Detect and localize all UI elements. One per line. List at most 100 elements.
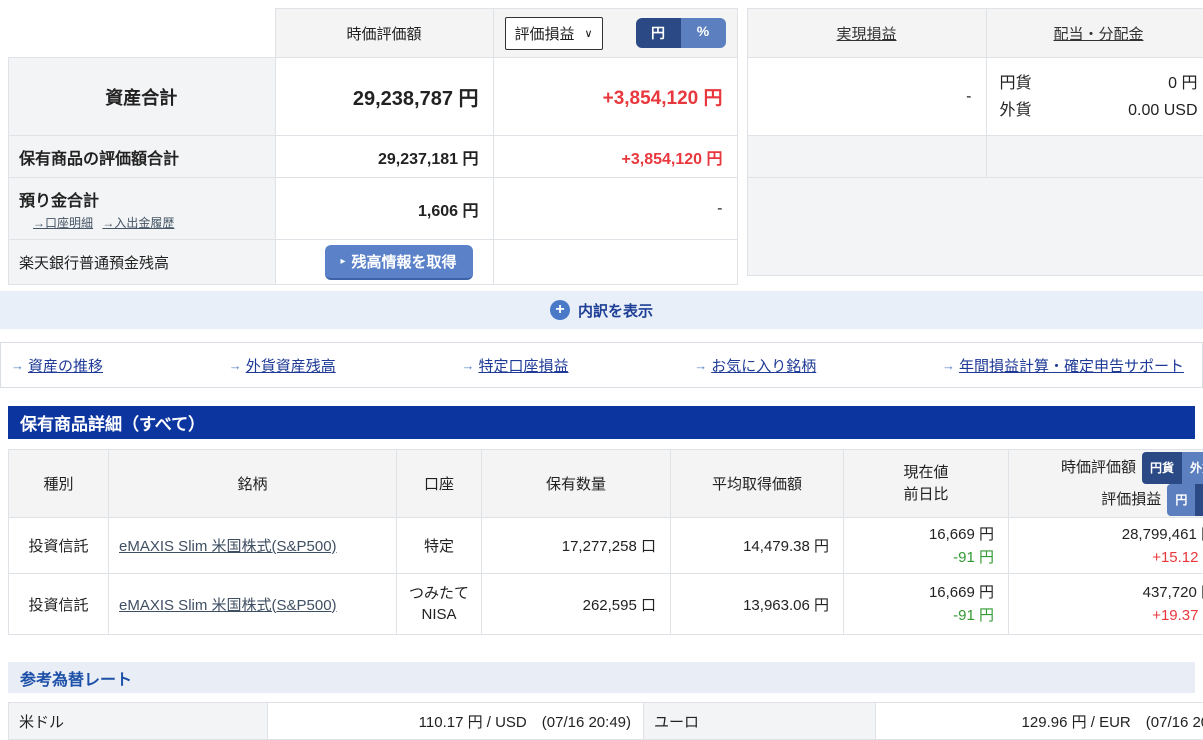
pl-unit-toggle: 円 % [1167, 484, 1203, 516]
row-day-change: -91 円 [845, 604, 994, 627]
total-assets-value: 29,238,787 円 [275, 58, 493, 136]
holdings-section-title: 保有商品詳細（すべて） [8, 406, 1195, 439]
row-quantity: 17,277,258 口 [482, 518, 671, 574]
arrow-right-icon: → [229, 358, 242, 373]
total-assets-pl: +3,854,120 円 [493, 58, 737, 136]
dividend-link[interactable]: 配当・分配金 [1053, 26, 1143, 43]
row-pl: +19.37 % [1010, 604, 1203, 627]
row-quantity: 262,595 口 [482, 574, 671, 635]
nav-link-annual-pl-tax-support[interactable]: → 年間損益計算・確定申告サポート [942, 355, 1184, 376]
col-header-current-price: 現在値 前日比 [844, 450, 1009, 518]
total-assets-label: 資産合計 [9, 58, 276, 136]
fx-rate-table: 米ドル 110.17 円 / USD (07/16 20:49) ユーロ 129… [8, 702, 1203, 740]
show-breakdown-label: 内訳を表示 [578, 300, 653, 321]
nav-link-label: 年間損益計算・確定申告サポート [959, 355, 1184, 376]
realized-pl-link[interactable]: 実現損益 [836, 26, 896, 43]
col-header-quantity: 保有数量 [482, 450, 671, 518]
account-detail-link[interactable]: →口座明細 [33, 216, 93, 230]
arrow-right-icon: → [694, 358, 707, 373]
row-market-value: 28,799,461 円 [1010, 523, 1203, 546]
nav-link-specific-account-pl[interactable]: → 特定口座損益 [461, 355, 568, 376]
row-account: 特定 [397, 518, 482, 574]
row-type: 投資信託 [9, 518, 109, 574]
pl-type-select[interactable]: 評価損益 ∨ [505, 17, 603, 50]
dividend-fx-label: 外貨 [1000, 97, 1032, 124]
row-current-price-cell: 16,669 円 -91 円 [844, 518, 1009, 574]
holdings-row: 投資信託 eMAXIS Slim 米国株式(S&P500) 特定 17,277,… [9, 518, 1203, 574]
row-current-price: 16,669 円 [845, 581, 994, 604]
holdings-row: 投資信託 eMAXIS Slim 米国株式(S&P500) つみたて NISA … [9, 574, 1203, 635]
nav-link-label: 外貨資産残高 [246, 355, 336, 376]
bank-empty-cell [493, 240, 737, 285]
dividend-header-cell: 配当・分配金 [986, 9, 1203, 58]
fund-name-cell: eMAXIS Slim 米国株式(S&P500) [109, 574, 397, 635]
col-header-avg-price: 平均取得価額 [671, 450, 844, 518]
arrow-right-icon: → [942, 358, 955, 373]
realized-pl-value: - [747, 58, 986, 136]
asset-summary-table: 時価評価額 評価損益 ∨ 円 % 資産合計 29,238,787 円 +3,85… [8, 8, 738, 285]
row-current-price: 16,669 円 [845, 523, 994, 546]
get-balance-button-label: 残高情報を取得 [352, 251, 457, 272]
current-price-label: 現在値 [845, 462, 1007, 484]
row-account: つみたて NISA [397, 574, 482, 635]
row-avg-price: 14,479.38 円 [671, 518, 844, 574]
row-current-price-cell: 16,669 円 -91 円 [844, 574, 1009, 635]
pl-header-controls: 評価損益 ∨ 円 % [493, 9, 737, 58]
nav-link-label: 資産の推移 [28, 355, 103, 376]
nav-link-favorites[interactable]: → お気に入り銘柄 [694, 355, 816, 376]
col-header-market-value-pl: 時価評価額 円貨 外貨 評価損益 円 % [1009, 450, 1203, 518]
deposit-total-pl: - [493, 178, 737, 240]
eur-rate-value: 129.96 円 / EUR (07/16 20:50) [876, 703, 1203, 740]
toggle-yen-button[interactable]: 円 [1167, 484, 1195, 516]
usd-rate-value: 110.17 円 / USD (07/16 20:49) [268, 703, 644, 740]
caret-right-icon: ▸ [341, 256, 346, 267]
row-market-value: 437,720 円 [1010, 581, 1203, 604]
deposit-history-link[interactable]: →入出金履歴 [102, 216, 174, 230]
market-value-header: 時価評価額 [275, 9, 493, 58]
fund-name-cell: eMAXIS Slim 米国株式(S&P500) [109, 518, 397, 574]
empty-corner-cell [9, 9, 276, 58]
yen-percent-toggle: 円 % [636, 18, 726, 48]
dividend-jpy-value: 0 円 [1168, 70, 1197, 97]
row-market-value-cell: 437,720 円 +19.37 % [1009, 574, 1203, 635]
row-account-line1: つみたて [398, 583, 480, 604]
arrow-right-icon: → [461, 358, 474, 373]
toggle-yen-button[interactable]: 円 [636, 18, 681, 48]
row-market-value-cell: 28,799,461 円 +15.12 % [1009, 518, 1203, 574]
dividend-jpy-label: 円貨 [1000, 70, 1032, 97]
toggle-percent-button[interactable]: % [1195, 484, 1203, 516]
nav-link-foreign-assets[interactable]: → 外貨資産残高 [229, 355, 336, 376]
dividend-fx-value: 0.00 USD [1128, 97, 1197, 124]
toggle-fx-button[interactable]: 外貨 [1182, 452, 1203, 484]
fund-link[interactable]: eMAXIS Slim 米国株式(S&P500) [119, 538, 337, 555]
row-account-line2: NISA [398, 604, 480, 625]
row-type: 投資信託 [9, 574, 109, 635]
arrow-right-icon: → [11, 358, 24, 373]
nav-link-label: お気に入り銘柄 [711, 355, 816, 376]
quick-links-bar: → 資産の推移 → 外貨資産残高 → 特定口座損益 → お気に入り銘柄 → 年間… [0, 342, 1203, 388]
realized-pl-header-cell: 実現損益 [747, 9, 986, 58]
bank-balance-label: 楽天銀行普通預金残高 [9, 240, 276, 285]
toggle-jpy-button[interactable]: 円貨 [1142, 452, 1182, 484]
row-pl: +15.12 % [1010, 546, 1203, 569]
bank-button-cell: ▸ 残高情報を取得 [275, 240, 493, 285]
realized-pl-dividend-table: 実現損益 配当・分配金 - 円貨 0 円 外貨 0.00 USD [747, 8, 1203, 276]
summary-section: 時価評価額 評価損益 ∨ 円 % 資産合計 29,238,787 円 +3,85… [0, 0, 1203, 285]
row-day-change: -91 円 [845, 546, 994, 569]
pl-label: 評価損益 [1101, 487, 1161, 513]
holdings-total-value: 29,237,181 円 [275, 136, 493, 178]
usd-label: 米ドル [9, 703, 268, 740]
fund-link[interactable]: eMAXIS Slim 米国株式(S&P500) [119, 597, 337, 614]
fx-section-title: 参考為替レート [8, 662, 1195, 693]
nav-link-asset-history[interactable]: → 資産の推移 [11, 355, 103, 376]
holdings-total-label: 保有商品の評価額合計 [9, 136, 276, 178]
holdings-table: 種別 銘柄 口座 保有数量 平均取得価額 現在値 前日比 時価評価額 円貨 外貨… [8, 449, 1203, 635]
get-balance-button[interactable]: ▸ 残高情報を取得 [325, 245, 473, 280]
nav-link-label: 特定口座損益 [478, 355, 568, 376]
show-breakdown-button[interactable]: + 内訳を表示 [0, 291, 1203, 329]
col-header-type: 種別 [9, 450, 109, 518]
currency-toggle: 円貨 外貨 [1142, 452, 1203, 484]
dividend-values-cell: 円貨 0 円 外貨 0.00 USD [986, 58, 1203, 136]
empty-gray-cell [986, 136, 1203, 178]
toggle-percent-button[interactable]: % [681, 18, 726, 48]
